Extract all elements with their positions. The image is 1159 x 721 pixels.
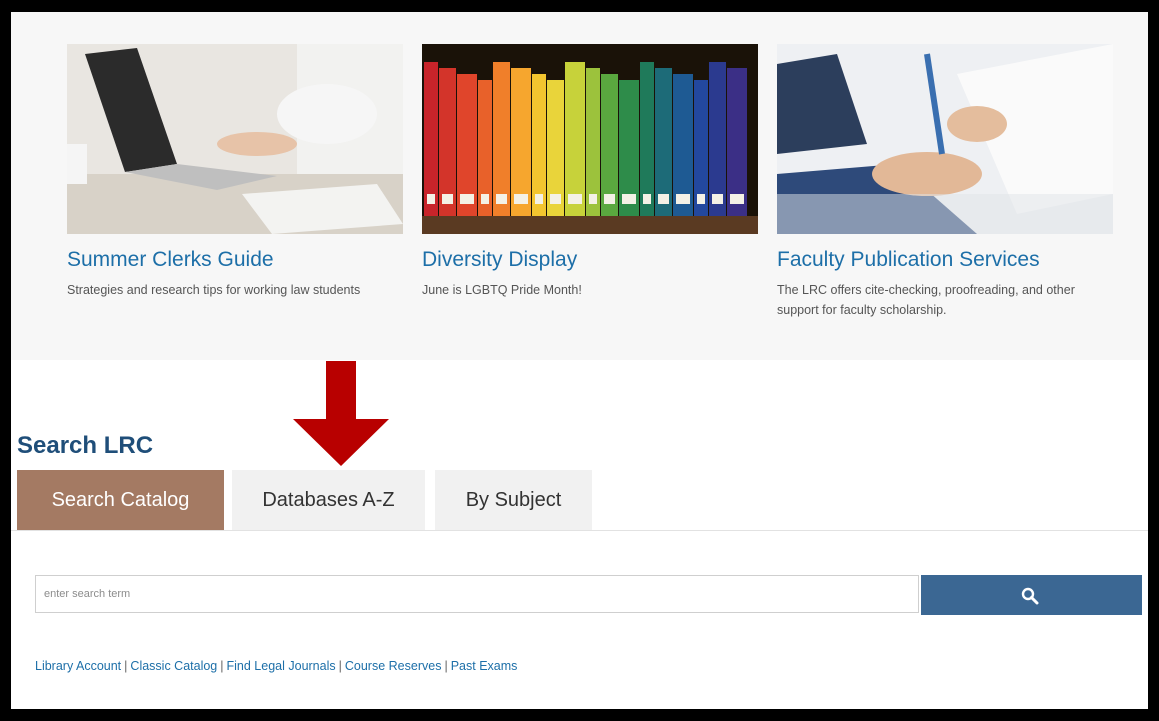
tab-search-catalog[interactable]: Search Catalog [17,470,224,530]
featured-title[interactable]: Summer Clerks Guide [67,248,403,272]
link-separator: | [338,659,342,673]
laptop-typing-photo[interactable] [67,44,403,234]
link-separator: | [444,659,448,673]
search-icon [1021,587,1039,605]
featured-title[interactable]: Faculty Publication Services [777,248,1113,272]
featured-section: Summer Clerks Guide Strategies and resea… [11,12,1148,360]
featured-description: Strategies and research tips for working… [67,283,361,297]
featured-card-summer-clerks[interactable]: Summer Clerks Guide Strategies and resea… [67,44,403,300]
featured-card-faculty[interactable]: Faculty Publication Services The LRC off… [777,44,1113,320]
link-course-reserves[interactable]: Course Reserves [345,659,442,673]
tab-by-subject[interactable]: By Subject [435,470,592,530]
featured-card-diversity[interactable]: Diversity Display June is LGBTQ Pride Mo… [422,44,758,300]
link-library-account[interactable]: Library Account [35,659,121,673]
rainbow-books-photo[interactable] [422,44,758,234]
link-find-legal-journals[interactable]: Find Legal Journals [227,659,336,673]
page-frame: Summer Clerks Guide Strategies and resea… [11,12,1148,709]
featured-description: The LRC offers cite-checking, proofreadi… [777,283,1075,317]
search-heading: Search LRC [17,432,154,459]
link-classic-catalog[interactable]: Classic Catalog [130,659,217,673]
link-separator: | [220,659,224,673]
featured-title[interactable]: Diversity Display [422,248,758,272]
document-review-photo[interactable] [777,44,1113,234]
search-input[interactable] [35,575,919,613]
link-past-exams[interactable]: Past Exams [451,659,518,673]
featured-description: June is LGBTQ Pride Month! [422,283,582,297]
tab-divider [11,530,1148,531]
down-arrow-icon [293,361,389,466]
search-button[interactable] [921,575,1142,615]
quick-links: Library Account | Classic Catalog | Find Leg… [35,659,517,673]
link-separator: | [124,659,128,673]
tab-databases-a-z[interactable]: Databases A-Z [232,470,425,530]
